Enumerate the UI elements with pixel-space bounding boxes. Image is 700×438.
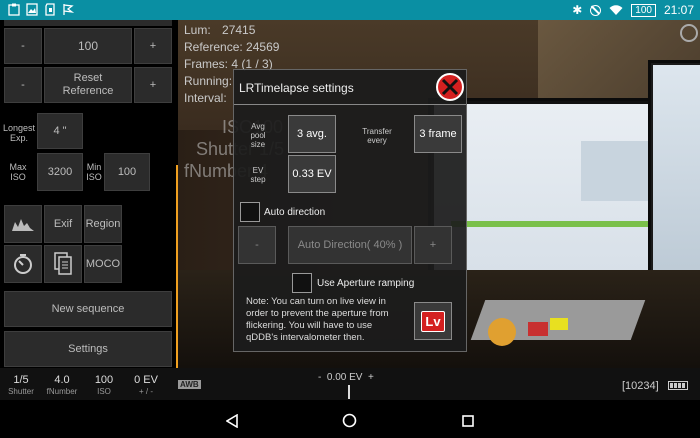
max-iso-field[interactable]: 3200: [37, 153, 83, 191]
reset-reference-button[interactable]: Reset Reference: [44, 67, 132, 103]
iso-value[interactable]: 100: [84, 374, 124, 386]
interval-row: Interval:: [184, 91, 227, 105]
live-view-note: Note: You can turn on live view in order…: [246, 296, 389, 343]
moco-button[interactable]: MOCO: [84, 245, 122, 283]
histogram-button[interactable]: [4, 205, 42, 243]
ev-scale: - 0.00 EV +: [318, 372, 374, 383]
sd-card-icon: [45, 3, 55, 16]
ev-step-button[interactable]: 0.33 EV: [288, 155, 336, 193]
clock: 21:07: [663, 3, 694, 17]
settings-button[interactable]: Settings: [4, 331, 172, 367]
home-icon[interactable]: [342, 413, 357, 428]
document-button[interactable]: [44, 245, 82, 283]
min-iso-field[interactable]: 100: [104, 153, 150, 191]
region-button[interactable]: Region: [84, 205, 122, 243]
close-icon[interactable]: [680, 24, 698, 42]
auto-direction-value[interactable]: Auto Direction( 40% ): [288, 226, 412, 264]
avg-pool-button[interactable]: 3 avg.: [288, 115, 336, 153]
do-not-disturb-icon: [590, 4, 602, 16]
dialog-title: LRTimelapse settings: [239, 81, 354, 95]
lv-icon: Lv: [421, 310, 445, 332]
ev-label: + / -: [138, 387, 153, 396]
ev-step-label: EV step: [250, 166, 266, 184]
auto-direction-label: Auto direction: [264, 207, 326, 218]
ev-value[interactable]: 0 EV: [126, 374, 166, 386]
longest-exp-field[interactable]: 4 ": [37, 113, 83, 149]
dialog-close-button[interactable]: [436, 73, 464, 101]
recents-icon[interactable]: [462, 415, 474, 427]
running-row: Running:: [184, 74, 233, 88]
camera-battery-icon: [668, 381, 688, 390]
timer-button[interactable]: [4, 245, 42, 283]
awb-badge[interactable]: AWB: [178, 380, 201, 389]
aperture-ramping-label: Use Aperture ramping: [317, 278, 415, 289]
close-x-icon: [441, 78, 459, 96]
lrtimelapse-settings-dialog: LRTimelapse settings Avg pool size 3 avg…: [233, 69, 467, 352]
longest-exp-label: Longest Exp.: [2, 123, 36, 143]
status-bar: ✱ 100 21:07: [0, 0, 700, 20]
avg-pool-label: Avg pool size: [250, 122, 266, 149]
top-strip: [4, 20, 172, 26]
reset-minus-button[interactable]: -: [4, 67, 42, 103]
title-divider: [234, 104, 466, 105]
fnumber-label: fNumber: [46, 387, 78, 396]
remaining-shots: [10234]: [622, 380, 659, 392]
reset-plus-button[interactable]: +: [134, 67, 172, 103]
transfer-every-button[interactable]: 3 frame: [414, 115, 462, 153]
bluetooth-icon: ✱: [572, 3, 583, 17]
document-copy-icon: [54, 252, 72, 275]
shutter-label: Shutter: [8, 387, 34, 396]
max-iso-label: Max ISO: [9, 162, 27, 182]
live-view-button[interactable]: Lv: [414, 302, 452, 340]
reference-row: Reference: 24569: [184, 40, 280, 54]
iso-label: ISO: [97, 387, 111, 396]
aperture-ramping-checkbox[interactable]: [292, 273, 312, 293]
lum-row: Lum: 27415: [184, 23, 256, 37]
exposure-indicator-line: [176, 165, 178, 368]
battery-indicator: 100: [631, 3, 656, 17]
shutter-value[interactable]: 1/5: [1, 374, 41, 386]
ev-scale-marker: [348, 385, 350, 399]
wifi-icon: [609, 4, 623, 15]
auto-direction-minus-button[interactable]: -: [238, 226, 276, 264]
back-icon[interactable]: [226, 414, 238, 428]
clipboard-icon: [8, 3, 20, 16]
step-plus-button[interactable]: +: [134, 28, 172, 64]
image-icon: [26, 3, 38, 16]
step-minus-button[interactable]: -: [4, 28, 42, 64]
exif-button[interactable]: Exif: [44, 205, 82, 243]
auto-direction-plus-button[interactable]: +: [414, 226, 452, 264]
transfer-every-label: Transfer every: [362, 127, 392, 145]
timer-icon: [14, 254, 32, 274]
camera-status-bar: 1/5 Shutter 4.0 fNumber 100 ISO 0 EV + /…: [0, 368, 700, 400]
navigation-bar: [0, 400, 700, 438]
fnumber-value[interactable]: 4.0: [42, 374, 82, 386]
histogram-icon: [12, 219, 34, 231]
step-value-field[interactable]: 100: [44, 28, 132, 64]
min-iso-label: Min ISO: [86, 162, 102, 182]
flag-icon: [63, 4, 74, 15]
auto-direction-checkbox[interactable]: [240, 202, 260, 222]
new-sequence-button[interactable]: New sequence: [4, 291, 172, 327]
